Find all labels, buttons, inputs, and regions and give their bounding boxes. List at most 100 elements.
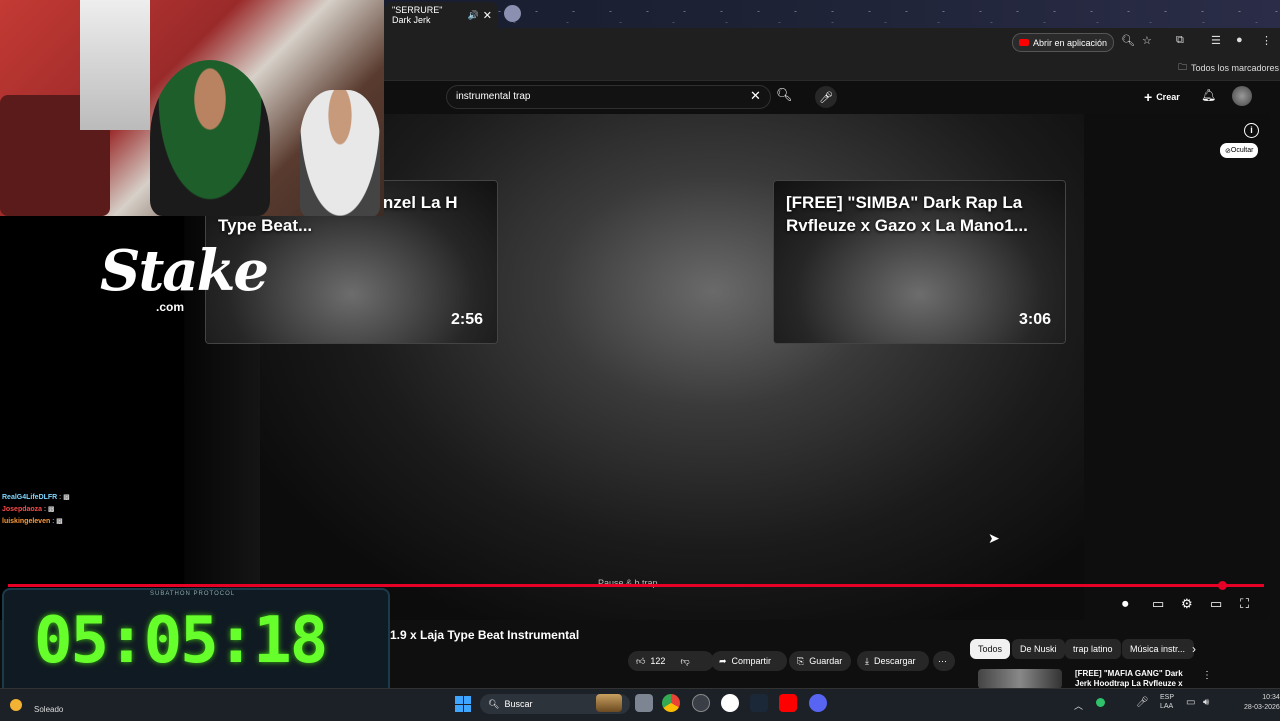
end-card-video-2[interactable]: [FREE] "SIMBA" Dark Rap La Rvfleuze x Ga… <box>773 180 1066 344</box>
speaker-icon[interactable]: 🔊 <box>468 10 479 21</box>
end-card-duration: 2:56 <box>450 311 483 328</box>
thumbs-up-icon[interactable]: 👍︎ <box>636 656 645 667</box>
extensions-icon[interactable]: ⧉ <box>1176 34 1184 47</box>
chat-message: luiskingeleven : ▩ <box>2 518 63 525</box>
input-language[interactable]: ESP LAA <box>1160 693 1174 711</box>
chat-username: luiskingeleven <box>2 518 51 525</box>
clear-search-icon[interactable]: ✕ <box>750 88 761 104</box>
save-label: Guardar <box>809 656 843 666</box>
volume-icon[interactable]: 🔊︎ <box>1203 697 1209 708</box>
all-bookmarks-label: Todos los marcadores <box>1191 63 1280 73</box>
search-highlight-icon[interactable] <box>596 694 622 712</box>
search-value: instrumental trap <box>456 91 531 102</box>
profile-avatar-icon[interactable]: ● <box>1236 34 1243 46</box>
video-title: 1.9 x Laja Type Beat Instrumental <box>390 628 580 642</box>
fullscreen-icon[interactable]: ⛶ <box>1240 596 1249 612</box>
progress-bar[interactable] <box>8 584 1264 587</box>
like-dislike-group[interactable]: 👍︎ 122 👎︎ <box>628 651 714 671</box>
download-icon: ⤓ <box>865 655 869 666</box>
discord-icon[interactable] <box>809 694 827 712</box>
info-icon[interactable]: i <box>1244 123 1259 138</box>
tab-title: "SERRURE" Dark Jerk <box>392 5 443 25</box>
subtitles-icon[interactable]: ▭ <box>1152 596 1164 612</box>
plus-icon: + <box>1144 89 1153 105</box>
recommendation-menu-icon[interactable]: ⋮ <box>1202 670 1212 681</box>
more-actions-button[interactable]: ⋯ <box>933 651 955 671</box>
share-label: Compartir <box>731 656 772 666</box>
open-in-app-button[interactable]: Abrir en aplicación <box>1012 33 1115 52</box>
scrubber-handle[interactable] <box>1218 581 1227 590</box>
settings-gear-icon[interactable]: ⚙ <box>1181 596 1193 612</box>
chip-trap-latino[interactable]: trap latino <box>1065 639 1121 659</box>
language-label: ESP <box>1160 694 1175 701</box>
end-card-duration: 3:06 <box>1018 311 1051 328</box>
save-button[interactable]: ⎘ Guardar <box>789 651 851 671</box>
chip-de-nuski[interactable]: De Nuski <box>1012 639 1065 659</box>
more-icon: ⋯ <box>938 655 947 666</box>
clock-time: 10:34 <box>1262 694 1280 701</box>
microphone-icon[interactable]: 🎤︎ <box>815 86 837 108</box>
chat-username: Josepdaoza <box>2 506 43 513</box>
hide-label: Ocultar <box>1230 147 1254 154</box>
windows-start-icon[interactable] <box>455 696 471 712</box>
task-view-icon[interactable] <box>635 694 653 712</box>
chrome-icon[interactable] <box>662 694 680 712</box>
end-card-title: [FREE] "SIMBA" Dark Rap La Rvfleuze x Ga… <box>786 193 1028 235</box>
create-button[interactable]: + Crear <box>1144 89 1180 105</box>
subathon-timer: 05:05:18 <box>34 604 328 678</box>
chat-username: RealG4LifeDLFR <box>2 494 58 501</box>
reading-list-icon[interactable]: ☰ <box>1211 34 1221 47</box>
sponsor-logo-suffix: .com <box>156 300 185 314</box>
share-icon: ➦ <box>719 655 727 666</box>
zoom-icon[interactable]: 🔍︎ <box>1121 34 1135 47</box>
thumbs-down-icon[interactable]: 👎︎ <box>680 656 689 667</box>
search-input[interactable]: instrumental trap <box>446 85 771 109</box>
microphone-tray-icon[interactable]: 🎤︎ <box>1136 697 1149 708</box>
create-label: Crear <box>1156 92 1180 102</box>
recommendation-thumbnail[interactable] <box>978 669 1062 689</box>
folder-icon: 🗀 <box>1178 62 1188 72</box>
autoplay-toggle-icon[interactable]: ⏺ <box>1122 596 1129 612</box>
status-dot-icon[interactable] <box>1096 698 1105 707</box>
download-label: Descargar <box>873 656 916 666</box>
open-in-app-label: Abrir en aplicación <box>1033 37 1108 48</box>
close-tab-icon[interactable]: ✕ <box>483 9 492 22</box>
steam-icon[interactable] <box>750 694 768 712</box>
mouse-cursor-icon: ➤ <box>988 530 1000 546</box>
chevron-right-icon[interactable]: › <box>1192 642 1196 656</box>
chip-musica-instrumental[interactable]: Música instr... <box>1122 639 1194 659</box>
weather-icon[interactable] <box>10 699 22 711</box>
theater-mode-icon[interactable]: ▭ <box>1210 596 1222 612</box>
network-icon[interactable]: ▭ <box>1186 697 1195 708</box>
avatar[interactable] <box>1232 86 1252 106</box>
obs-icon[interactable] <box>692 694 710 712</box>
bell-icon[interactable]: 🔔︎ <box>1201 88 1216 102</box>
bookmark-star-icon[interactable]: ☆ <box>1142 34 1152 47</box>
menu-kebab-icon[interactable]: ⋮ <box>1261 34 1272 47</box>
youtube-app-icon[interactable] <box>779 694 797 712</box>
download-button[interactable]: ⤓ Descargar <box>857 651 929 671</box>
profile-tab-button[interactable] <box>504 5 521 22</box>
video-letterbox-right <box>1084 114 1270 620</box>
browser-tab-active[interactable]: "SERRURE" Dark Jerk 🔊 ✕ <box>384 2 498 28</box>
youtube-icon <box>1019 39 1029 46</box>
search-icon: 🔍︎ <box>488 698 500 709</box>
recommendation-title[interactable]: [FREE] "MAFIA GANG" Dark Jerk Hoodtrap L… <box>1075 669 1195 689</box>
hide-end-cards-button[interactable]: ⊘ Ocultar <box>1220 143 1259 158</box>
search-icon[interactable]: 🔍︎ <box>776 87 793 103</box>
share-button[interactable]: ➦ Compartir <box>711 651 787 671</box>
chat-message: Josepdaoza : ▩ <box>2 506 55 513</box>
like-count: 122 <box>650 656 666 666</box>
taskbar-search-label: Buscar <box>504 699 533 709</box>
tray-overflow-icon[interactable]: ︿ <box>1074 699 1083 712</box>
chip-todos[interactable]: Todos <box>970 639 1011 659</box>
media-player-icon[interactable] <box>721 694 739 712</box>
weather-label[interactable]: Soleado <box>34 705 63 714</box>
stream-chat: RealG4LifeDLFR : ▩ Josepdaoza : ▩ luiski… <box>2 492 70 528</box>
sponsor-logo: Stake <box>100 238 269 304</box>
taskbar-clock[interactable]: 10:34 28-03-2026 <box>1244 693 1280 713</box>
all-bookmarks-button[interactable]: 🗀 Todos los marcadores <box>1178 60 1279 76</box>
clock-date: 28-03-2026 <box>1244 704 1280 711</box>
webcam-overlay <box>0 0 384 216</box>
keyboard-layout-label: LAA <box>1160 703 1174 710</box>
